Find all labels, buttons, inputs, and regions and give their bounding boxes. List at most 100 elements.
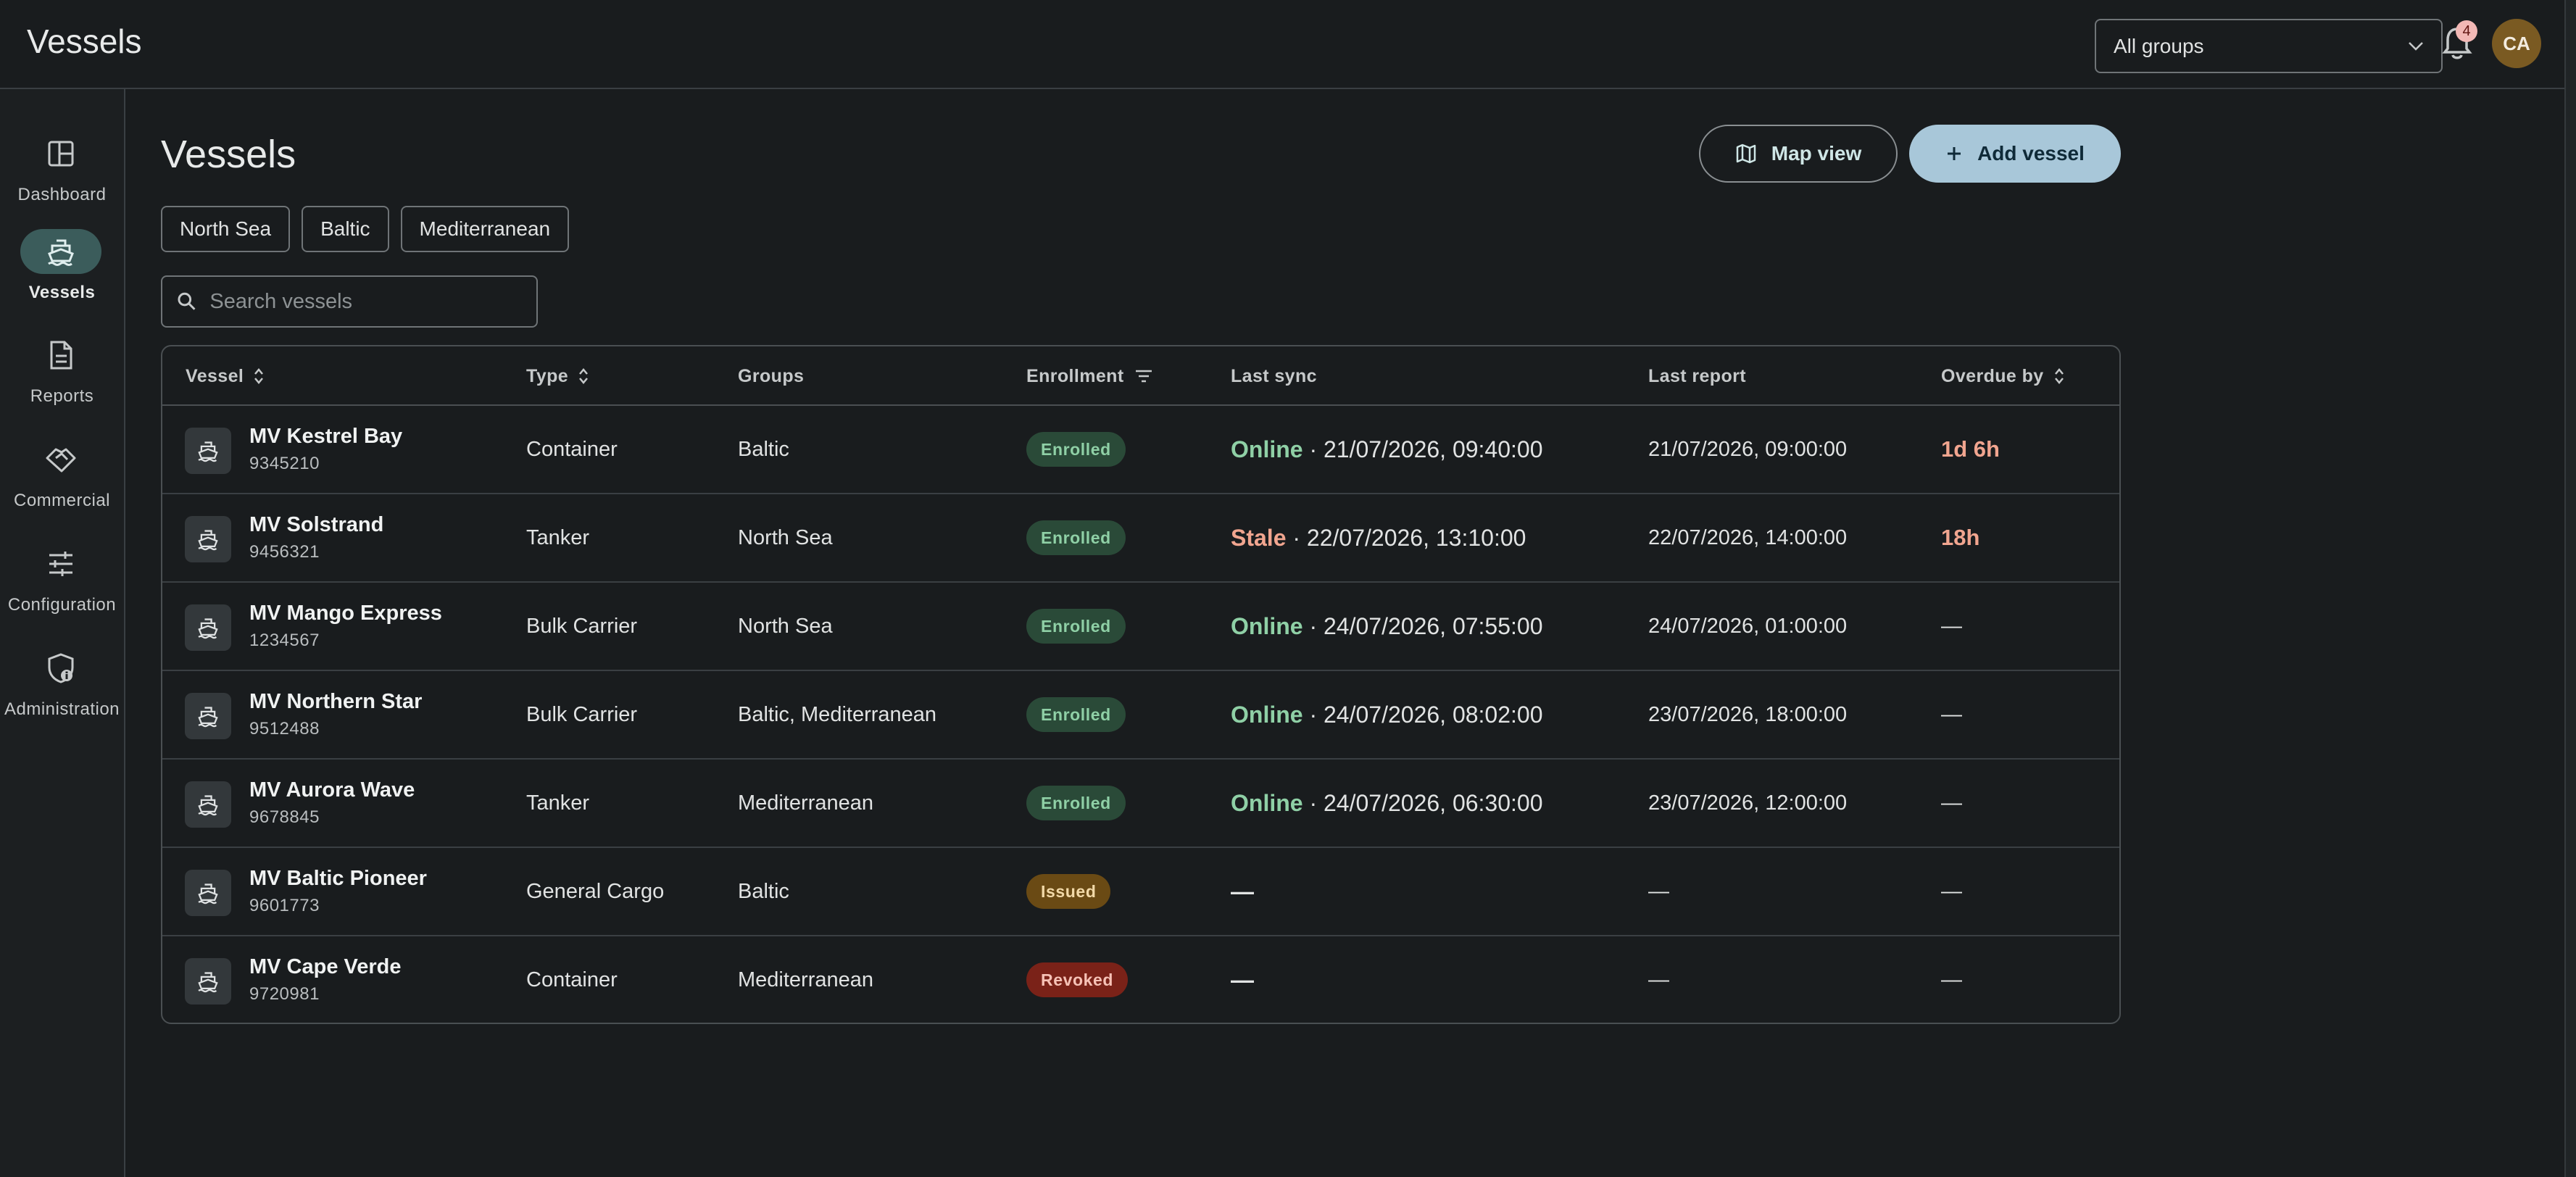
sidebar-item-label: Dashboard xyxy=(17,185,107,204)
vessel-imo: 9601773 xyxy=(249,896,320,915)
vessel-type: Tanker xyxy=(526,791,590,815)
enrollment-cell: Enrolled xyxy=(1026,406,1126,493)
column-header-overdue-by[interactable]: Overdue by xyxy=(1941,346,2064,406)
app-title: Vessels xyxy=(27,22,142,60)
vessel-name[interactable]: MV Solstrand xyxy=(249,513,383,537)
sync-time: — xyxy=(1231,878,1254,904)
last-report: 23/07/2026, 18:00:00 xyxy=(1648,702,1848,726)
overdue-by: 1d 6h xyxy=(1941,436,2000,462)
enrollment-badge: Enrolled xyxy=(1026,609,1126,644)
vessel-imo: 9678845 xyxy=(249,807,320,827)
vessel-name[interactable]: MV Baltic Pioneer xyxy=(249,867,427,891)
table-row[interactable]: MV Baltic Pioneer 9601773 General Cargo Bal… xyxy=(162,848,2119,936)
last-sync-cell: Online · 24/07/2026, 08:02:00 xyxy=(1231,671,1543,758)
scrollbar[interactable] xyxy=(2564,0,2576,1177)
last-report: — xyxy=(1648,968,1669,991)
column-label: Enrollment xyxy=(1026,365,1124,386)
sidebar-item-reports[interactable]: Reports xyxy=(0,333,124,427)
notification-badge: 4 xyxy=(2456,20,2477,42)
chevron-down-icon xyxy=(2409,41,2423,51)
sync-status: Online xyxy=(1231,612,1303,639)
column-header-vessel[interactable]: Vessel xyxy=(186,346,264,406)
vessel-type: Bulk Carrier xyxy=(526,702,638,726)
table-row[interactable]: MV Cape Verde 9720981 Container Mediterrane… xyxy=(162,936,2119,1023)
table-row[interactable]: MV Kestrel Bay 9345210 Container Baltic Enro… xyxy=(162,406,2119,494)
last-report: 23/07/2026, 12:00:00 xyxy=(1648,791,1848,815)
sync-time: 24/07/2026, 07:55:00 xyxy=(1324,612,1543,639)
vessel-imo: 9456321 xyxy=(249,542,320,562)
overdue-by: — xyxy=(1941,702,1962,726)
column-label: Overdue by xyxy=(1941,365,2044,386)
last-sync: Online · 24/07/2026, 08:02:00 xyxy=(1231,702,1543,728)
filter-chip-baltic[interactable]: Baltic xyxy=(302,206,389,252)
sliders-icon xyxy=(49,552,72,576)
vessel-type: Container xyxy=(526,437,618,461)
vessel-type: Tanker xyxy=(526,525,590,549)
sidebar-item-dashboard[interactable]: Dashboard xyxy=(0,131,124,225)
vessel-name[interactable]: MV Mango Express xyxy=(249,602,442,625)
ship-icon xyxy=(198,441,218,462)
filter-icon xyxy=(1135,370,1152,383)
sidebar-item-label: Commercial xyxy=(13,491,110,510)
last-sync: Stale · 22/07/2026, 13:10:00 xyxy=(1231,525,1526,552)
sync-time: — xyxy=(1231,966,1254,993)
sidebar-item-configuration[interactable]: Configuration xyxy=(0,541,124,636)
map-view-label: Map view xyxy=(1771,142,1862,165)
map-icon xyxy=(1736,144,1756,164)
ship-icon xyxy=(198,618,218,639)
group-select[interactable]: All groups xyxy=(2095,19,2443,73)
last-report: 24/07/2026, 01:00:00 xyxy=(1648,614,1848,638)
column-header-type[interactable]: Type xyxy=(526,346,589,406)
column-header-last-report: Last report xyxy=(1648,346,1746,406)
overdue-by: — xyxy=(1941,791,1962,815)
plus-icon xyxy=(1948,147,1961,160)
column-header-last-sync: Last sync xyxy=(1231,346,1317,406)
vessel-name[interactable]: MV Cape Verde xyxy=(249,955,402,979)
vessel-name[interactable]: MV Aurora Wave xyxy=(249,778,415,802)
table-row[interactable]: MV Mango Express 1234567 Bulk Carrier North… xyxy=(162,583,2119,671)
avatar[interactable]: CA xyxy=(2492,19,2541,68)
ship-icon xyxy=(198,972,218,993)
table-row[interactable]: MV Northern Star 9512488 Bulk Carrier Balti… xyxy=(162,671,2119,760)
vessel-avatar xyxy=(185,516,231,562)
enrollment-badge: Revoked xyxy=(1026,962,1129,997)
last-sync: Online · 24/07/2026, 07:55:00 xyxy=(1231,613,1543,640)
enrollment-cell: Issued xyxy=(1026,848,1111,935)
vessel-name[interactable]: MV Northern Star xyxy=(249,690,422,714)
vessel-avatar xyxy=(185,870,231,916)
page-title: Vessels xyxy=(161,133,296,176)
last-sync-cell: Stale · 22/07/2026, 13:10:00 xyxy=(1231,494,1526,581)
column-label: Last report xyxy=(1648,365,1746,386)
sidebar-item-vessels[interactable]: Vessels xyxy=(0,229,124,323)
ship-icon xyxy=(198,883,218,904)
sidebar-item-label: Vessels xyxy=(28,283,96,302)
vessel-avatar xyxy=(185,958,231,1005)
enrollment-badge: Enrolled xyxy=(1026,697,1126,732)
search-field[interactable] xyxy=(161,275,538,328)
filter-chip-north-sea[interactable]: North Sea xyxy=(161,206,291,252)
sidebar-item-commercial[interactable]: Commercial xyxy=(0,437,124,531)
ship-icon xyxy=(48,239,74,266)
map-view-button[interactable]: Map view xyxy=(1699,125,1898,183)
last-sync-cell: Online · 24/07/2026, 07:55:00 xyxy=(1231,583,1543,670)
enrollment-badge: Enrolled xyxy=(1026,520,1126,555)
filter-chip-mediterranean[interactable]: Mediterranean xyxy=(400,206,570,252)
sidebar-item-administration[interactable]: Administration xyxy=(0,646,124,740)
vessel-type: Container xyxy=(526,968,618,991)
search-input[interactable] xyxy=(209,289,522,314)
table-row[interactable]: MV Solstrand 9456321 Tanker North Sea Enroll… xyxy=(162,494,2119,583)
last-report: 22/07/2026, 14:00:00 xyxy=(1648,525,1848,549)
enrollment-cell: Enrolled xyxy=(1026,760,1126,847)
column-header-enrollment[interactable]: Enrollment xyxy=(1026,346,1153,406)
vessel-name[interactable]: MV Kestrel Bay xyxy=(249,425,402,449)
sync-separator: · xyxy=(1302,789,1324,816)
sync-status: Online xyxy=(1231,789,1303,816)
vessel-groups: North Sea xyxy=(738,614,833,638)
add-vessel-button[interactable]: Add vessel xyxy=(1909,125,2121,183)
vessel-avatar xyxy=(185,693,231,739)
sync-separator: · xyxy=(1302,436,1324,462)
sync-status: Online xyxy=(1231,701,1303,728)
sync-status: Stale xyxy=(1231,524,1287,551)
table-row[interactable]: MV Aurora Wave 9678845 Tanker Mediterranean… xyxy=(162,760,2119,848)
table-header: Vessel Type Groups Enrollment Last sync … xyxy=(162,346,2119,406)
